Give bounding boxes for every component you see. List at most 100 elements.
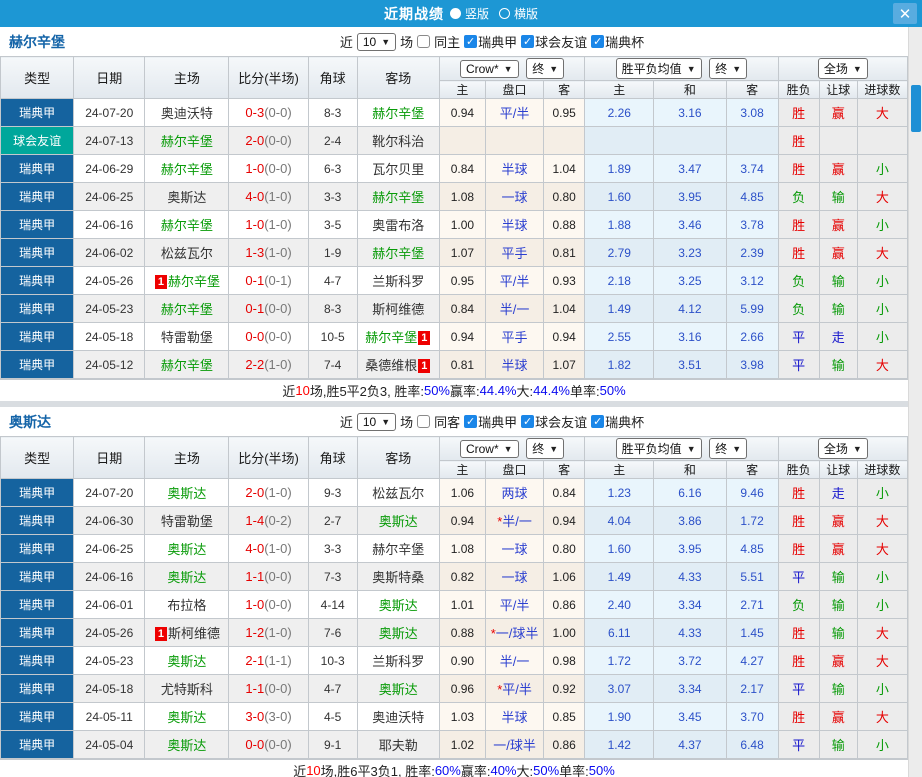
close-button[interactable]: ✕ [893, 3, 917, 24]
fulltime-select[interactable]: 全场 ▼ [817, 438, 868, 459]
radio-selected-icon[interactable] [449, 8, 461, 19]
fulltime-value: 全场 [823, 442, 848, 456]
league-checkbox[interactable]: ✓ [591, 415, 605, 428]
odds-final-select[interactable]: 终 ▼ [526, 58, 565, 79]
chevron-down-icon: ▼ [381, 36, 391, 47]
halftime-score: (1-0) [264, 357, 292, 372]
fulltime-score: 4-0 [245, 189, 265, 204]
radio-unselected-icon[interactable] [499, 8, 510, 19]
team-name-text: 耶夫勒 [378, 738, 418, 753]
col-result-goals: 进球数 [856, 460, 909, 479]
odds-final-select[interactable]: 终 ▼ [526, 438, 565, 459]
same-venue-checkbox[interactable] [417, 415, 431, 428]
result-handicap-cell: 输 [818, 730, 858, 759]
col-corner: 角球 [307, 436, 358, 479]
halftime-score: (0-0) [264, 161, 292, 176]
fulltime-select[interactable]: 全场 ▼ [817, 58, 868, 79]
home-team-cell: 奥斯达 [144, 730, 230, 759]
result-goals-cell: 大 [856, 238, 909, 267]
league-checkbox[interactable]: ✓ [521, 35, 535, 48]
league-checkbox[interactable]: ✓ [464, 35, 478, 48]
match-type-cell: 瑞典甲 [0, 266, 75, 295]
handicap-cell: 一/球半 [484, 730, 545, 759]
summary-text: 50% [588, 763, 615, 777]
result-handicap-cell: 赢 [818, 154, 858, 183]
table-row: 瑞典甲 24-05-18 尤特斯科 1-1(0-0) 4-7 奥斯达 0.96 … [0, 674, 909, 703]
summary-text: 大: [516, 384, 534, 399]
away-odds-cell: 0.85 [543, 702, 586, 731]
halftime-score: (0-0) [264, 133, 292, 148]
score-cell: 1-0(1-0) [228, 210, 309, 239]
result-wdl-cell: 负 [777, 294, 820, 323]
radio-horizontal-layout[interactable]: 横版 [499, 5, 538, 22]
mean-select[interactable]: 胜平负均值 ▼ [615, 58, 702, 79]
scrollbar-track[interactable] [908, 27, 922, 777]
team-name-text: 奥斯特桑 [372, 570, 425, 585]
home-team-cell: 1 赫尔辛堡 [144, 266, 230, 295]
match-count-select[interactable]: 10 ▼ [356, 412, 397, 431]
corner-score-cell: 2-4 [307, 126, 358, 155]
match-date-cell: 24-05-18 [73, 674, 146, 703]
home-odds-cell: 1.03 [438, 702, 486, 731]
team-name-text: 特雷勒堡 [160, 514, 213, 529]
score-cell: 0-0(0-0) [228, 322, 309, 351]
mean-draw-cell: 4.33 [653, 562, 727, 591]
chevron-down-icon: ▼ [686, 63, 696, 74]
mean-final-select[interactable]: 终 ▼ [709, 58, 748, 79]
col-result-wdl: 胜负 [777, 80, 820, 99]
team-name-text: 奥斯达 [167, 486, 207, 501]
home-odds-cell: 1.00 [438, 210, 486, 239]
home-team-cell: 奥斯达 [144, 534, 230, 563]
same-venue-checkbox[interactable] [417, 35, 431, 48]
corner-score-cell: 1-9 [307, 238, 358, 267]
match-type-cell: 瑞典甲 [0, 674, 75, 703]
filter-controls: 近 10 ▼ 场 同客 ✓ 瑞典甲 ✓ 球会友谊 ✓ 瑞典杯 [340, 412, 644, 431]
mean-win-cell [584, 126, 655, 155]
bookmaker-value: Crow* [465, 442, 499, 456]
mean-select[interactable]: 胜平负均值 ▼ [615, 438, 702, 459]
score-cell: 2-1(1-1) [228, 646, 309, 675]
mean-draw-cell: 3.45 [653, 702, 727, 731]
summary-text: 赢率: [450, 384, 480, 399]
away-odds-cell: 0.86 [543, 730, 586, 759]
col-type: 类型 [0, 436, 75, 479]
team-name-text: 赫尔辛堡 [372, 106, 425, 121]
away-odds-cell: 0.95 [543, 98, 586, 127]
league-checkbox[interactable]: ✓ [521, 415, 535, 428]
away-team-cell: 瓦尔贝里 [356, 154, 440, 183]
match-type-cell: 瑞典甲 [0, 534, 75, 563]
match-count-select[interactable]: 10 ▼ [356, 32, 397, 51]
result-handicap-cell: 赢 [818, 534, 858, 563]
result-handicap-cell: 输 [818, 590, 858, 619]
titlebar: 近期战绩 竖版 横版 ✕ [0, 0, 922, 27]
result-goals-cell: 大 [856, 350, 909, 379]
mean-draw-cell: 3.95 [653, 534, 727, 563]
mean-final-select[interactable]: 终 ▼ [709, 438, 748, 459]
handicap-cell: 平/半 [484, 590, 545, 619]
team-name-text: 奥斯达 [167, 190, 207, 205]
league-checkbox[interactable]: ✓ [464, 415, 478, 428]
mean-win-cell: 3.07 [584, 674, 655, 703]
handicap-cell: *平/半 [484, 674, 545, 703]
radio-vertical-layout[interactable]: 竖版 [449, 5, 489, 22]
away-team-cell: 赫尔辛堡 [356, 238, 440, 267]
halftime-score: (0-0) [264, 569, 292, 584]
mean-final-value: 终 [715, 442, 728, 456]
col-date: 日期 [73, 436, 146, 479]
same-venue-label: 同主 [434, 35, 461, 50]
bookmaker-select[interactable]: Crow* ▼ [459, 440, 519, 458]
mean-win-cell: 4.04 [584, 506, 655, 535]
scrollbar-thumb[interactable] [911, 85, 921, 132]
fulltime-score: 0-1 [245, 301, 265, 316]
away-team-cell: 兰斯科罗 [356, 646, 440, 675]
away-odds-cell: 0.86 [543, 590, 586, 619]
mean-value: 胜平负均值 [621, 442, 682, 456]
content-area: 赫尔辛堡 近 10 ▼ 场 同主 ✓ 瑞典甲 ✓ 球会友谊 ✓ 瑞典杯 类型 日… [0, 27, 909, 777]
bookmaker-select[interactable]: Crow* ▼ [459, 60, 519, 78]
section-helsingborg: 赫尔辛堡 近 10 ▼ 场 同主 ✓ 瑞典甲 ✓ 球会友谊 ✓ 瑞典杯 类型 日… [0, 27, 909, 401]
league-checkbox[interactable]: ✓ [591, 35, 605, 48]
match-date-cell: 24-06-29 [73, 154, 146, 183]
halftime-score: (1-0) [264, 189, 292, 204]
match-date-cell: 24-07-20 [73, 98, 146, 127]
result-goals-cell: 小 [856, 322, 909, 351]
